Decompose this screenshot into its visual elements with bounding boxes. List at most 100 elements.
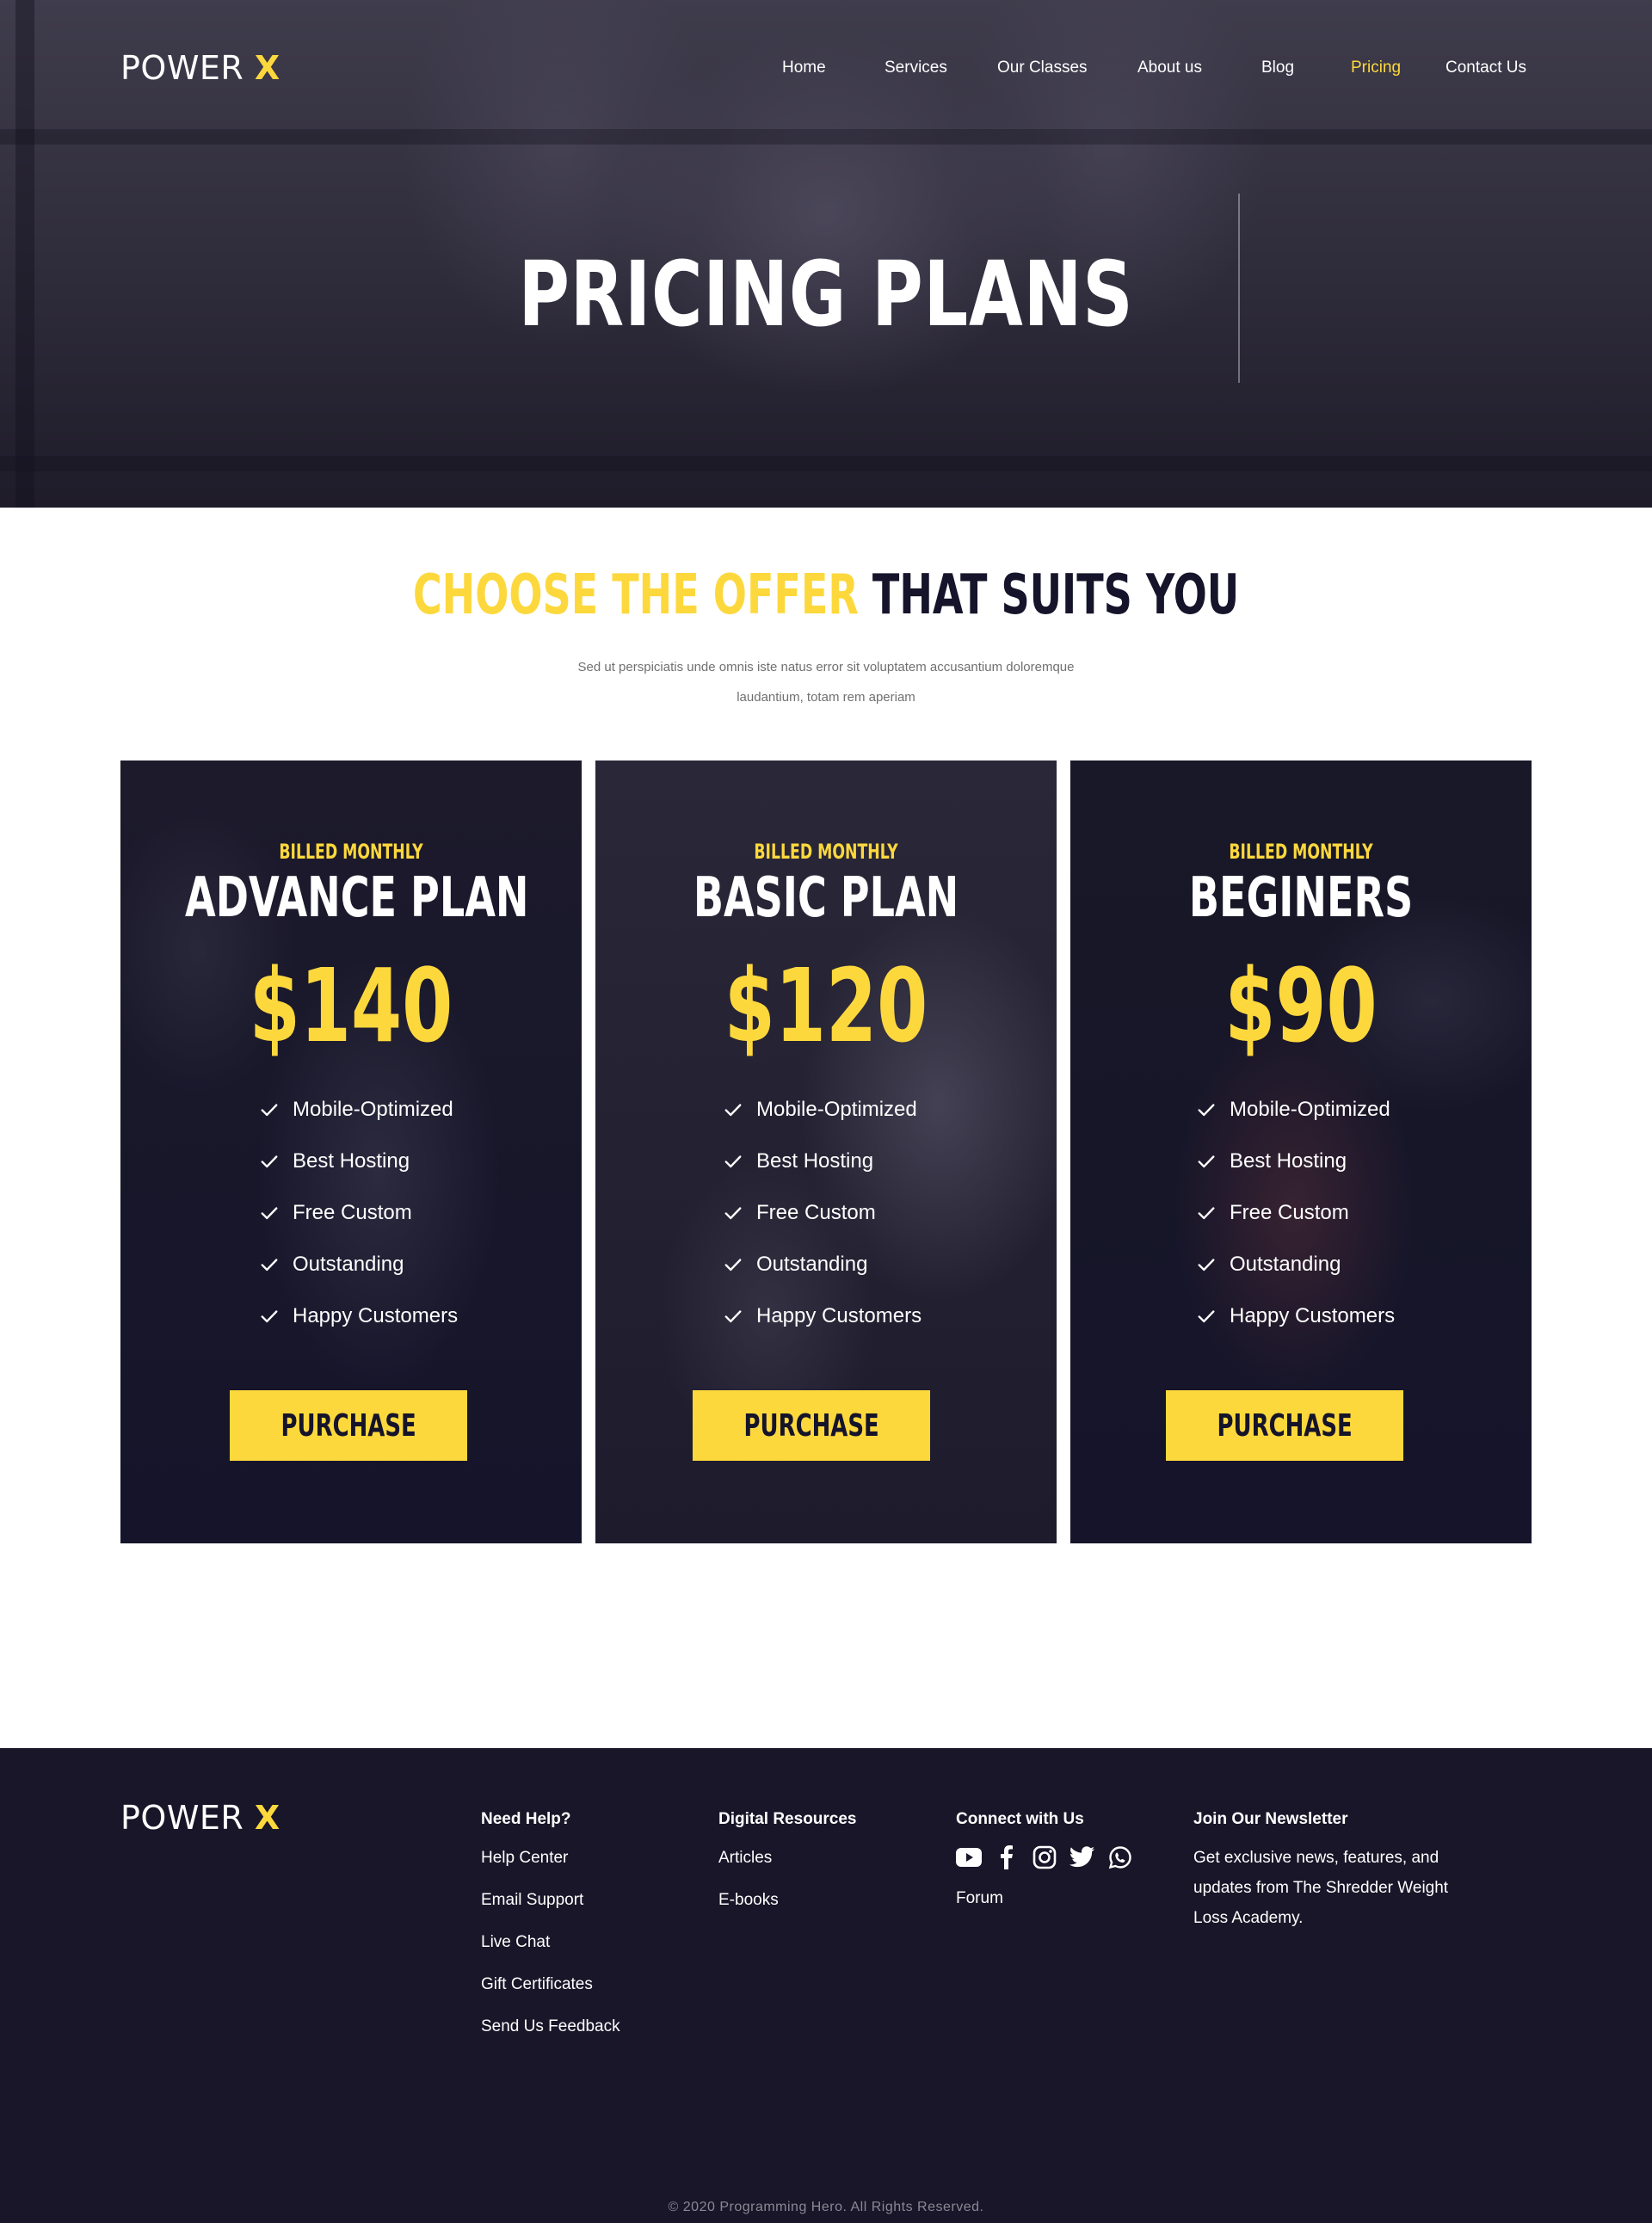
feature-label: Mobile-Optimized	[1230, 1098, 1390, 1121]
check-icon	[261, 1259, 278, 1272]
feature-label: Mobile-Optimized	[293, 1098, 453, 1121]
feature-item: Free Custom	[260, 1187, 458, 1239]
nav-item-blog[interactable]: Blog	[1261, 58, 1294, 77]
plan-name: BEGINERS	[1188, 866, 1414, 930]
feature-item: Mobile-Optimized	[724, 1084, 922, 1136]
copyright-text: © 2020 Programming Hero. All Rights Rese…	[668, 2200, 984, 2214]
feature-label: Free Custom	[293, 1201, 412, 1224]
purchase-button-label: PURCHASE	[280, 1407, 416, 1444]
plan-name: BASIC PLAN	[693, 866, 959, 930]
social-links	[956, 1844, 1133, 1870]
check-icon	[724, 1310, 742, 1323]
nav-item-home[interactable]: Home	[782, 58, 826, 77]
check-icon	[1198, 1104, 1215, 1117]
footer-col-digital-resources: Digital Resources Articles E-books	[718, 1810, 857, 1921]
footer-link-live-chat[interactable]: Live Chat	[481, 1921, 620, 1963]
nav-item-our-classes[interactable]: Our Classes	[997, 58, 1088, 77]
feature-label: Mobile-Optimized	[756, 1098, 917, 1121]
footer-brand-logo[interactable]: POWER X	[120, 1799, 280, 1837]
footer-link-ebooks[interactable]: E-books	[718, 1879, 857, 1921]
purchase-button[interactable]: PURCHASE	[693, 1390, 930, 1461]
feature-item: Happy Customers	[1197, 1290, 1395, 1342]
footer-link-send-feedback[interactable]: Send Us Feedback	[481, 2005, 620, 2048]
feature-item: Mobile-Optimized	[260, 1084, 458, 1136]
site-footer: POWER X Need Help? Help Center Email Sup…	[0, 1748, 1652, 2223]
footer-link-email-support[interactable]: Email Support	[481, 1879, 620, 1921]
section-title-highlight: CHOOSE THE OFFER	[412, 563, 859, 627]
feature-label: Free Custom	[756, 1201, 876, 1224]
newsletter-text: Get exclusive news, features, and update…	[1193, 1849, 1449, 1927]
footer-heading: Connect with Us	[956, 1810, 1084, 1828]
footer-link-articles[interactable]: Articles	[718, 1837, 857, 1879]
feature-item: Outstanding	[724, 1239, 922, 1290]
feature-label: Outstanding	[1230, 1253, 1341, 1276]
feature-label: Best Hosting	[1230, 1149, 1347, 1173]
feature-list: Mobile-Optimized Best Hosting Free Custo…	[260, 1084, 458, 1342]
footer-heading: Need Help?	[481, 1810, 571, 1828]
purchase-button-label: PURCHASE	[1217, 1407, 1353, 1444]
plan-price: $90	[1224, 946, 1378, 1065]
section-title: CHOOSE THE OFFER THAT SUITS YOU	[231, 568, 1421, 623]
feature-item: Mobile-Optimized	[1197, 1084, 1395, 1136]
instagram-icon[interactable]	[1032, 1844, 1057, 1870]
pricing-card-beginers: BILLED MONTHLY BEGINERS $90 Mobile-Optim…	[1070, 760, 1532, 1543]
check-icon	[261, 1104, 278, 1117]
check-icon	[724, 1259, 742, 1272]
feature-item: Happy Customers	[260, 1290, 458, 1342]
feature-item: Outstanding	[260, 1239, 458, 1290]
brand-name: POWER	[120, 1799, 244, 1837]
nav-item-about-us[interactable]: About us	[1137, 58, 1202, 77]
feature-label: Happy Customers	[1230, 1304, 1396, 1327]
footer-col-connect: Connect with Us Forum	[956, 1810, 1133, 1919]
plan-price: $120	[724, 946, 928, 1065]
check-icon	[1198, 1207, 1215, 1220]
feature-label: Free Custom	[1230, 1201, 1349, 1224]
page-title: PRICING PLANS	[518, 242, 1134, 347]
feature-label: Outstanding	[756, 1253, 868, 1276]
youtube-icon[interactable]	[956, 1844, 982, 1870]
footer-link-help-center[interactable]: Help Center	[481, 1837, 620, 1879]
check-icon	[724, 1104, 742, 1117]
facebook-icon[interactable]	[994, 1844, 1020, 1870]
feature-item: Best Hosting	[1197, 1136, 1395, 1187]
billing-period: BILLED MONTHLY	[279, 840, 423, 864]
feature-item: Happy Customers	[724, 1290, 922, 1342]
feature-item: Best Hosting	[724, 1136, 922, 1187]
plan-price: $140	[249, 946, 453, 1065]
feature-item: Best Hosting	[260, 1136, 458, 1187]
nav-item-contact-us[interactable]: Contact Us	[1446, 58, 1526, 77]
check-icon	[261, 1310, 278, 1323]
footer-heading: Digital Resources	[718, 1810, 857, 1828]
footer-link-forum[interactable]: Forum	[956, 1877, 1133, 1919]
billing-period: BILLED MONTHLY	[1229, 840, 1373, 864]
check-icon	[261, 1155, 278, 1168]
feature-label: Outstanding	[293, 1253, 404, 1276]
purchase-button[interactable]: PURCHASE	[230, 1390, 467, 1461]
feature-item: Free Custom	[1197, 1187, 1395, 1239]
check-icon	[1198, 1259, 1215, 1272]
feature-item: Outstanding	[1197, 1239, 1395, 1290]
nav-item-services[interactable]: Services	[885, 58, 947, 77]
twitter-icon[interactable]	[1069, 1844, 1095, 1870]
feature-label: Best Hosting	[756, 1149, 874, 1173]
brand-accent-letter: X	[254, 1799, 280, 1837]
main-nav: Home Services Our Classes About us Blog …	[0, 58, 1652, 84]
footer-heading: Join Our Newsletter	[1193, 1810, 1348, 1828]
feature-label: Happy Customers	[756, 1304, 922, 1327]
pricing-card-advance: BILLED MONTHLY ADVANCE PLAN $140 Mobile-…	[120, 760, 582, 1543]
nav-item-pricing[interactable]: Pricing	[1351, 58, 1401, 77]
hero-background-bar	[0, 129, 1652, 145]
section-title-rest: THAT SUITS YOU	[872, 563, 1240, 627]
whatsapp-icon[interactable]	[1107, 1844, 1133, 1870]
footer-col-need-help: Need Help? Help Center Email Support Liv…	[481, 1810, 620, 2048]
check-icon	[724, 1207, 742, 1220]
footer-link-gift-certificates[interactable]: Gift Certificates	[481, 1963, 620, 2005]
billing-period: BILLED MONTHLY	[754, 840, 898, 864]
section-description: Sed ut perspiciatis unde omnis iste natu…	[577, 660, 1075, 705]
feature-label: Best Hosting	[293, 1149, 410, 1173]
footer-col-newsletter: Join Our Newsletter Get exclusive news, …	[1193, 1810, 1477, 1933]
purchase-button-label: PURCHASE	[743, 1407, 879, 1444]
check-icon	[1198, 1310, 1215, 1323]
check-icon	[1198, 1155, 1215, 1168]
purchase-button[interactable]: PURCHASE	[1166, 1390, 1403, 1461]
